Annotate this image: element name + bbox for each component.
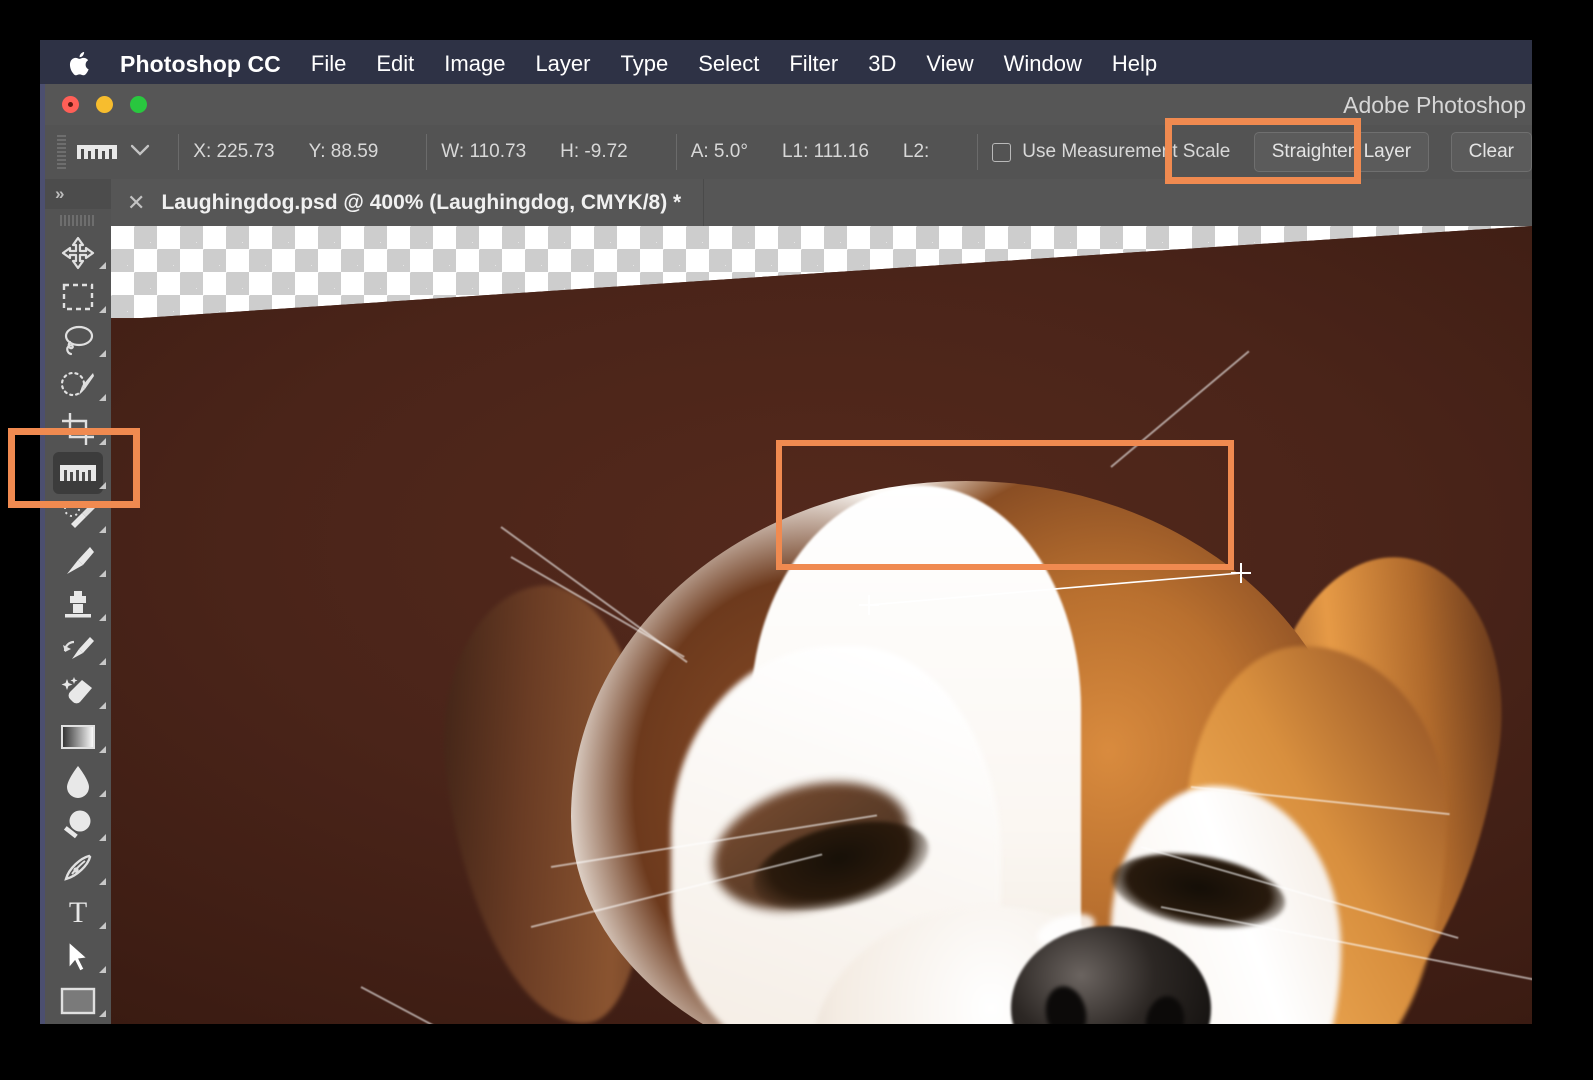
use-measurement-scale-checkbox[interactable]	[992, 142, 1012, 162]
apple-logo-icon[interactable]	[68, 49, 94, 79]
close-tab-icon[interactable]: ✕	[127, 191, 145, 214]
tool-expand-corner-icon[interactable]	[99, 614, 106, 621]
screenshot-root: Photoshop CC File Edit Image Layer Type …	[0, 0, 1593, 1080]
tool-type[interactable]: T	[45, 891, 111, 935]
document-tab-bar: ✕ Laughingdog.psd @ 400% (Laughingdog, C…	[111, 179, 1532, 227]
dog-photo-layer	[111, 226, 1532, 1024]
tool-expand-corner-icon[interactable]	[99, 1010, 106, 1017]
tool-brush[interactable]	[45, 539, 111, 583]
minimize-window-button[interactable]	[96, 96, 113, 113]
tool-expand-corner-icon[interactable]	[99, 526, 106, 533]
measurement-x: X: 225.73	[193, 141, 275, 162]
tool-expand-corner-icon[interactable]	[99, 746, 106, 753]
menu-item-help[interactable]: Help	[1112, 51, 1157, 77]
menu-item-window[interactable]: Window	[1004, 51, 1082, 77]
tool-history-brush[interactable]	[45, 627, 111, 671]
menu-item-file[interactable]: File	[311, 51, 346, 77]
tool-expand-corner-icon[interactable]	[99, 570, 106, 577]
menu-item-image[interactable]: Image	[444, 51, 505, 77]
highlight-measure-line-region	[776, 440, 1234, 570]
tool-rectangle[interactable]	[45, 979, 111, 1023]
close-window-button[interactable]	[62, 96, 79, 113]
highlight-ruler-tool	[8, 428, 140, 508]
measurement-y: Y: 88.59	[308, 141, 379, 162]
tool-path-selection[interactable]	[45, 935, 111, 979]
tool-expand-corner-icon[interactable]	[99, 262, 106, 269]
options-divider-4	[977, 134, 979, 170]
measurement-w: W: 110.73	[441, 141, 527, 162]
window-title: Adobe Photoshop	[1343, 92, 1526, 118]
tool-eraser[interactable]	[45, 671, 111, 715]
tool-lasso[interactable]	[45, 319, 111, 363]
options-bar-grip[interactable]	[57, 135, 67, 169]
tool-expand-corner-icon[interactable]	[99, 834, 106, 841]
tool-blur[interactable]	[45, 759, 111, 803]
document-tab[interactable]: ✕ Laughingdog.psd @ 400% (Laughingdog, C…	[111, 179, 705, 226]
type-t-icon: T	[68, 896, 88, 929]
ruler-tool-icon[interactable]	[76, 139, 118, 165]
menu-item-3d[interactable]: 3D	[868, 51, 896, 77]
options-divider-1	[178, 134, 180, 170]
chevron-down-icon[interactable]	[130, 141, 150, 163]
menu-item-layer[interactable]: Layer	[535, 51, 590, 77]
tool-pen[interactable]	[45, 847, 111, 891]
document-canvas[interactable]	[111, 226, 1532, 1024]
tool-move[interactable]	[45, 231, 111, 275]
zoom-window-button[interactable]	[130, 96, 147, 113]
collapse-tools-button[interactable]: »	[45, 179, 111, 209]
window-controls	[62, 96, 147, 113]
menu-item-filter[interactable]: Filter	[789, 51, 838, 77]
tool-clone-stamp[interactable]	[45, 583, 111, 627]
tool-expand-corner-icon[interactable]	[99, 922, 106, 929]
menu-item-select[interactable]: Select	[698, 51, 759, 77]
tool-gradient[interactable]	[45, 715, 111, 759]
tool-expand-corner-icon[interactable]	[99, 966, 106, 973]
tool-rectangular-marquee[interactable]	[45, 275, 111, 319]
measurement-a: A: 5.0°	[690, 141, 748, 162]
macos-menu-bar: Photoshop CC File Edit Image Layer Type …	[40, 40, 1532, 88]
tool-expand-corner-icon[interactable]	[99, 350, 106, 357]
document-tab-label: Laughingdog.psd @ 400% (Laughingdog, CMY…	[161, 190, 682, 214]
menu-item-edit[interactable]: Edit	[376, 51, 414, 77]
dog-image	[111, 226, 1532, 1024]
tool-expand-corner-icon[interactable]	[99, 878, 106, 885]
tool-expand-corner-icon[interactable]	[99, 658, 106, 665]
tool-expand-corner-icon[interactable]	[99, 702, 106, 709]
clear-button[interactable]: Clear	[1450, 132, 1532, 172]
tools-panel: » T	[45, 179, 112, 1024]
measurement-h: H: -9.72	[560, 141, 628, 162]
highlight-straighten-layer-button	[1165, 118, 1361, 184]
tool-expand-corner-icon[interactable]	[99, 790, 106, 797]
tool-expand-corner-icon[interactable]	[99, 394, 106, 401]
tool-expand-corner-icon[interactable]	[99, 306, 106, 313]
tool-quick-selection[interactable]	[45, 363, 111, 407]
tools-panel-grip[interactable]	[45, 209, 111, 231]
menu-item-view[interactable]: View	[926, 51, 973, 77]
measurement-l2: L2:	[902, 141, 930, 162]
options-divider-2	[426, 134, 428, 170]
menu-app-name[interactable]: Photoshop CC	[120, 51, 281, 78]
options-divider-3	[675, 134, 677, 170]
measurement-l1: L1: 111.16	[781, 141, 869, 162]
menu-item-type[interactable]: Type	[620, 51, 668, 77]
tool-dodge[interactable]	[45, 803, 111, 847]
